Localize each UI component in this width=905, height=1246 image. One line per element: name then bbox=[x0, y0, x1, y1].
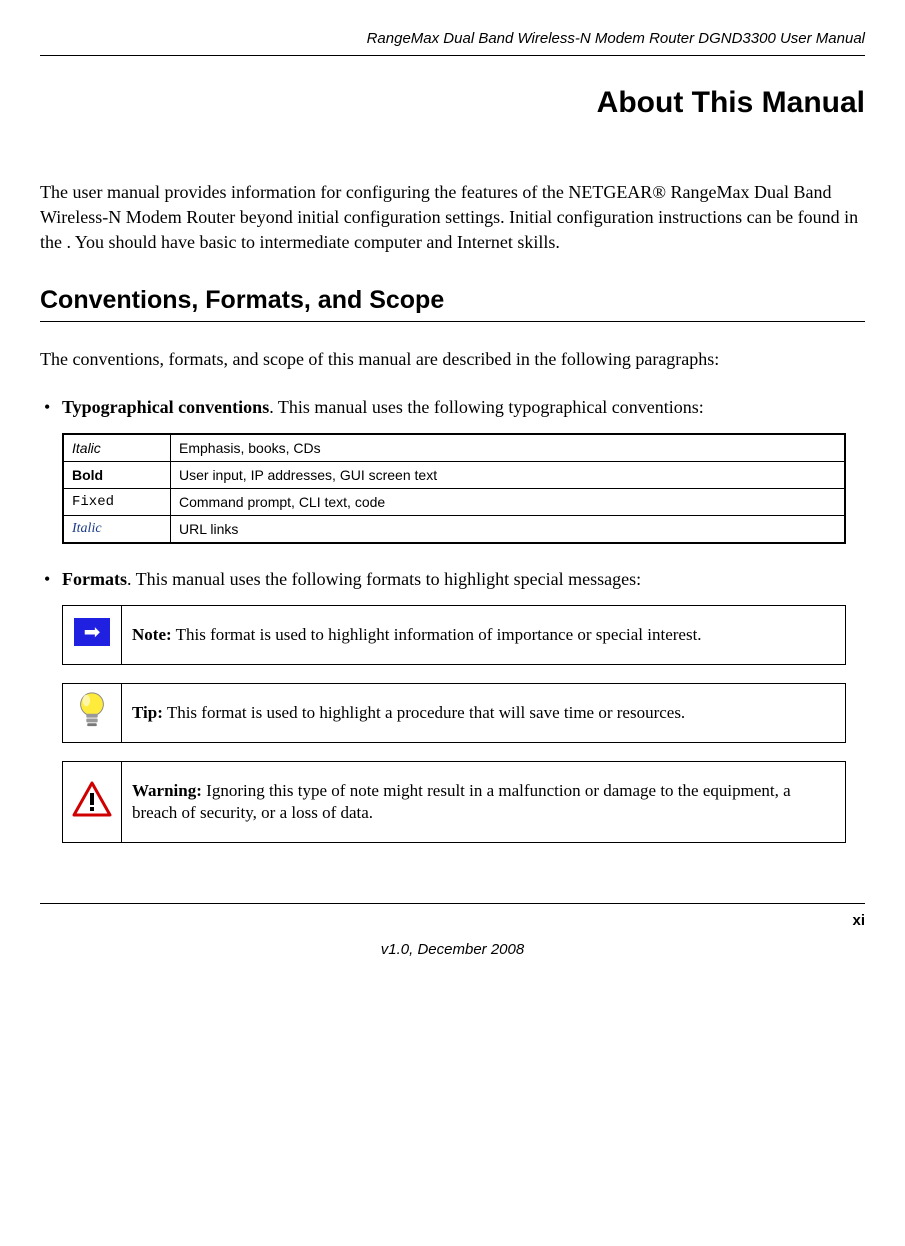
bullet-tail: . This manual uses the following typogra… bbox=[269, 397, 704, 417]
warning-label: Warning: bbox=[132, 781, 202, 800]
conv-desc: Command prompt, CLI text, code bbox=[171, 488, 845, 515]
tip-text-cell: Tip: This format is used to highlight a … bbox=[122, 683, 846, 742]
tip-callout: Tip: This format is used to highlight a … bbox=[62, 683, 846, 743]
footer-divider bbox=[40, 903, 865, 904]
intro-paragraph: The user manual provides information for… bbox=[40, 180, 865, 256]
conv-style: Bold bbox=[63, 461, 171, 488]
tip-icon-cell bbox=[63, 683, 122, 742]
conv-style: Italic bbox=[63, 515, 171, 543]
conv-desc: URL links bbox=[171, 515, 845, 543]
bullet-label: Typographical conventions bbox=[62, 397, 269, 417]
bullet-label: Formats bbox=[62, 569, 127, 589]
table-row: Bold User input, IP addresses, GUI scree… bbox=[63, 461, 845, 488]
arrow-right-icon bbox=[74, 618, 110, 646]
bullet-typographical: Typographical conventions. This manual u… bbox=[62, 397, 865, 418]
tip-body: This format is used to highlight a proce… bbox=[163, 703, 685, 722]
section-heading: Conventions, Formats, and Scope bbox=[40, 286, 865, 322]
conv-desc: User input, IP addresses, GUI screen tex… bbox=[171, 461, 845, 488]
warning-icon-cell bbox=[63, 761, 122, 842]
table-row: Fixed Command prompt, CLI text, code bbox=[63, 488, 845, 515]
page-title: About This Manual bbox=[40, 86, 865, 120]
warning-triangle-icon bbox=[72, 785, 112, 825]
section-intro: The conventions, formats, and scope of t… bbox=[40, 347, 865, 372]
footer: xi v1.0, December 2008 bbox=[40, 903, 865, 958]
warning-callout: Warning: Ignoring this type of note migh… bbox=[62, 761, 846, 843]
note-text-cell: Note: This format is used to highlight i… bbox=[122, 605, 846, 664]
bullet-tail: . This manual uses the following formats… bbox=[127, 569, 641, 589]
version-label: v1.0, December 2008 bbox=[40, 941, 865, 958]
tip-label: Tip: bbox=[132, 703, 163, 722]
conv-style: Fixed bbox=[63, 488, 171, 515]
document-header: RangeMax Dual Band Wireless-N Modem Rout… bbox=[40, 30, 865, 56]
table-row: Italic Emphasis, books, CDs bbox=[63, 434, 845, 462]
conv-style: Italic bbox=[63, 434, 171, 462]
note-icon-cell bbox=[63, 605, 122, 664]
note-label: Note: bbox=[132, 625, 172, 644]
lightbulb-icon bbox=[73, 718, 111, 735]
warning-body: Ignoring this type of note might result … bbox=[132, 781, 791, 822]
conv-desc: Emphasis, books, CDs bbox=[171, 434, 845, 462]
conventions-table: Italic Emphasis, books, CDs Bold User in… bbox=[62, 433, 846, 544]
bullet-formats: Formats. This manual uses the following … bbox=[62, 569, 865, 590]
note-body: This format is used to highlight informa… bbox=[172, 625, 702, 644]
warning-text-cell: Warning: Ignoring this type of note migh… bbox=[122, 761, 846, 842]
table-row: Italic URL links bbox=[63, 515, 845, 543]
note-callout: Note: This format is used to highlight i… bbox=[62, 605, 846, 665]
page-number: xi bbox=[40, 912, 865, 929]
